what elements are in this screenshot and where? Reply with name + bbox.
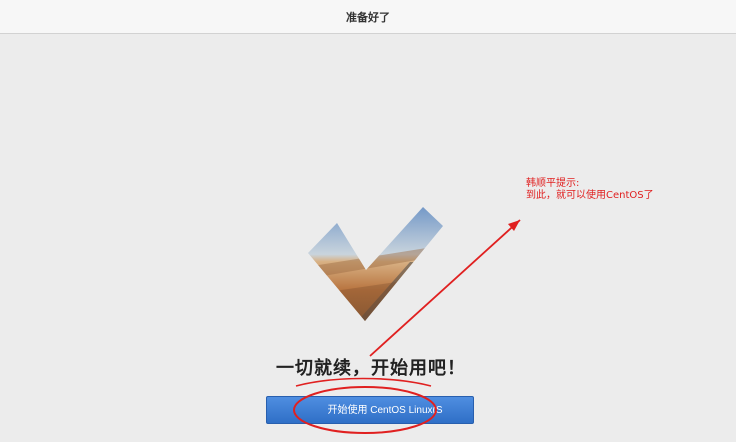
window-title: 准备好了	[346, 10, 390, 24]
annotation-note-line2: 到此，就可以使用CentOS了	[526, 190, 654, 201]
start-using-centos-button[interactable]: 开始使用 CentOS Linux(S	[266, 396, 474, 424]
checkmark-icon	[308, 207, 443, 321]
ready-headline: 一切就续，开始用吧！	[276, 358, 466, 379]
window-header: 准备好了	[0, 0, 736, 34]
annotation-note: 韩顺平提示: 到此，就可以使用CentOS了	[526, 178, 654, 202]
annotation-note-line1: 韩顺平提示:	[526, 178, 580, 189]
